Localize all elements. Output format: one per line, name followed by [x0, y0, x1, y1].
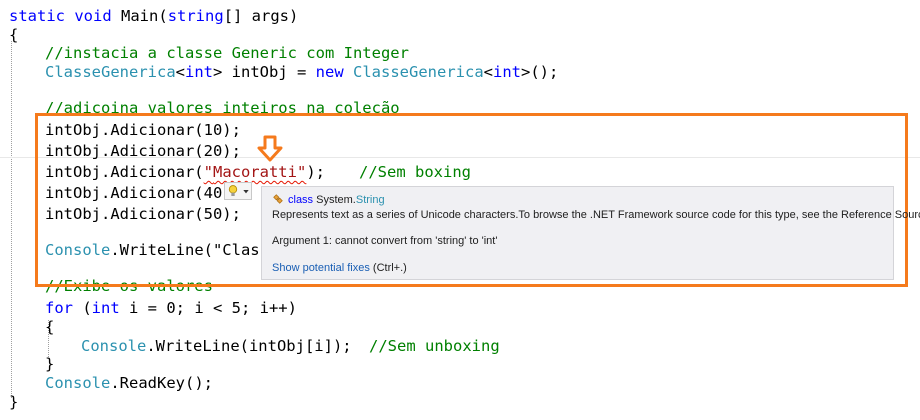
- type-name: ClasseGenerica: [353, 63, 484, 81]
- code-text: <: [483, 63, 493, 81]
- keyword: int: [185, 63, 213, 81]
- quick-actions-button[interactable]: [224, 182, 252, 200]
- code-line-16: }: [45, 355, 55, 373]
- chevron-down-icon: [243, 190, 249, 194]
- quickinfo-tooltip: class System.String Represents text as a…: [261, 186, 920, 280]
- code-text: [] args): [223, 7, 299, 25]
- code-text: >();: [521, 63, 559, 81]
- tooltip-fix: Show potential fixes (Ctrl+.): [272, 262, 407, 274]
- code-line-1: static void Main(string[] args): [9, 6, 298, 26]
- shortcut-hint: (Ctrl+.): [372, 262, 407, 274]
- code-text: i = 0; i < 5; i++): [119, 299, 297, 317]
- code-comment: //Sem unboxing: [369, 337, 500, 355]
- tooltip-error: Argument 1: cannot convert from 'string'…: [272, 235, 498, 247]
- indent-guide: [11, 41, 12, 398]
- keyword: void: [74, 7, 112, 25]
- keyword: class: [288, 194, 314, 206]
- method-name: Main(: [121, 7, 168, 25]
- code-text: .ReadKey();: [110, 374, 213, 392]
- code-comment: //instacia a classe Generic com Integer: [45, 44, 409, 62]
- code-line-13: for (int i = 0; i < 5; i++): [45, 298, 297, 318]
- code-line-18: }: [9, 393, 19, 411]
- code-line-17: Console.ReadKey();: [45, 373, 213, 393]
- code-text: .WriteLine(intObj[i]);: [146, 337, 352, 355]
- keyword: for: [45, 299, 73, 317]
- type-name[interactable]: String: [356, 194, 385, 206]
- code-line-2: {: [9, 26, 19, 44]
- keyword: new: [315, 63, 344, 81]
- keyword: string: [167, 7, 224, 25]
- tooltip-signature: class System.String: [272, 193, 385, 206]
- keyword: int: [493, 63, 521, 81]
- code-line-15: Console.WriteLine(intObj[i]);: [81, 336, 352, 356]
- namespace: System.: [316, 194, 356, 206]
- code-text: (: [73, 299, 92, 317]
- code-text: <: [175, 63, 185, 81]
- lightbulb-icon: [228, 185, 238, 196]
- code-line-4: ClasseGenerica<int> intObj = new ClasseG…: [45, 62, 558, 82]
- keyword: int: [91, 299, 120, 317]
- code-line-14: {: [45, 318, 55, 336]
- show-potential-fixes-link[interactable]: Show potential fixes: [272, 262, 370, 274]
- type-name: ClasseGenerica: [45, 63, 176, 81]
- tooltip-description: Represents text as a series of Unicode c…: [272, 209, 920, 221]
- code-text: > intObj =: [213, 63, 316, 81]
- type-name: Console: [81, 337, 147, 355]
- class-icon: [273, 194, 283, 204]
- down-arrow-icon: [257, 135, 283, 162]
- keyword: static: [9, 7, 65, 25]
- type-name: Console: [45, 374, 111, 392]
